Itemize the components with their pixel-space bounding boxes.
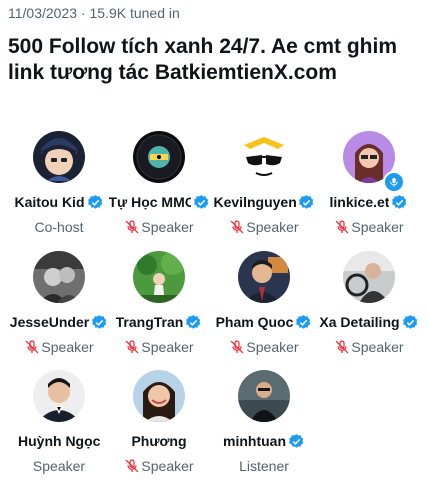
participant-name: Kevilnguyen — [213, 194, 296, 210]
participant-role: Speaker — [141, 458, 194, 474]
mic-muted-icon — [125, 340, 139, 354]
participant-role: Speaker — [141, 339, 194, 355]
participant-trangtran[interactable]: TrangTran Speaker — [107, 251, 211, 361]
participant-role: Speaker — [41, 339, 94, 355]
participant-linkice-et[interactable]: linkice.et Speaker — [317, 131, 421, 241]
participant-role: Listener — [239, 458, 289, 474]
avatar[interactable] — [343, 251, 395, 303]
participant-name: JesseUnder — [9, 314, 90, 330]
participants-grid: Kaitou Kid Co-host Tự Học MMO Speaker Ke… — [0, 0, 429, 484]
participant-name: Pham Quoc — [215, 314, 294, 330]
participant-name: Phương — [131, 433, 187, 449]
mic-muted-icon — [230, 340, 244, 354]
microphone-badge — [383, 171, 405, 193]
avatar[interactable] — [33, 131, 85, 183]
participant-name: Huỳnh Ngọc — [18, 433, 100, 449]
participant-name: TrangTran — [115, 314, 184, 330]
mic-muted-icon — [25, 340, 39, 354]
verified-badge-icon — [296, 314, 311, 329]
mic-muted-icon — [335, 340, 349, 354]
mic-muted-icon — [125, 220, 139, 234]
participant-role: Co-host — [34, 219, 84, 235]
avatar[interactable] — [133, 131, 185, 183]
verified-badge-icon — [87, 194, 102, 209]
verified-badge-icon — [392, 194, 407, 209]
participant-phuong[interactable]: Phương Speaker — [107, 370, 211, 480]
participant-role: Speaker — [351, 219, 404, 235]
participant-role: Speaker — [351, 339, 404, 355]
avatar[interactable] — [238, 131, 290, 183]
participant-kaitou-kid[interactable]: Kaitou Kid Co-host — [7, 131, 111, 241]
verified-badge-icon — [92, 314, 107, 329]
participant-name: Tự Học MMO — [108, 194, 191, 210]
avatar[interactable] — [238, 251, 290, 303]
participant-role: Speaker — [141, 219, 194, 235]
verified-badge-icon — [298, 194, 313, 209]
verified-badge-icon — [289, 433, 304, 448]
avatar[interactable] — [238, 370, 290, 422]
participant-minhtuan[interactable]: minhtuan Listener — [212, 370, 316, 480]
mic-muted-icon — [335, 220, 349, 234]
mic-muted-icon — [125, 459, 139, 473]
participant-name: Xa Detailing — [319, 314, 400, 330]
verified-badge-icon — [402, 314, 417, 329]
participant-name: linkice.et — [329, 194, 390, 210]
avatar[interactable] — [133, 370, 185, 422]
avatar[interactable] — [33, 251, 85, 303]
participant-tu-hoc-mmo[interactable]: Tự Học MMO Speaker — [107, 131, 211, 241]
avatar[interactable] — [133, 251, 185, 303]
participant-role: Speaker — [246, 219, 299, 235]
microphone-icon — [390, 177, 398, 187]
verified-badge-icon — [193, 194, 208, 209]
participant-name: minhtuan — [223, 433, 286, 449]
mic-muted-icon — [230, 220, 244, 234]
participant-pham-quoc[interactable]: Pham Quoc Speaker — [212, 251, 316, 361]
participant-huynh-ngoc[interactable]: Huỳnh Ngọc Speaker — [7, 370, 111, 480]
avatar[interactable] — [33, 370, 85, 422]
participant-name: Kaitou Kid — [14, 194, 85, 210]
participant-kevilnguyen[interactable]: Kevilnguyen Speaker — [212, 131, 316, 241]
participant-xa-detailing[interactable]: Xa Detailing Speaker — [317, 251, 421, 361]
participant-jesseunder[interactable]: JesseUnder Speaker — [7, 251, 111, 361]
verified-badge-icon — [186, 314, 201, 329]
participant-role: Speaker — [246, 339, 299, 355]
participant-role: Speaker — [32, 458, 86, 474]
